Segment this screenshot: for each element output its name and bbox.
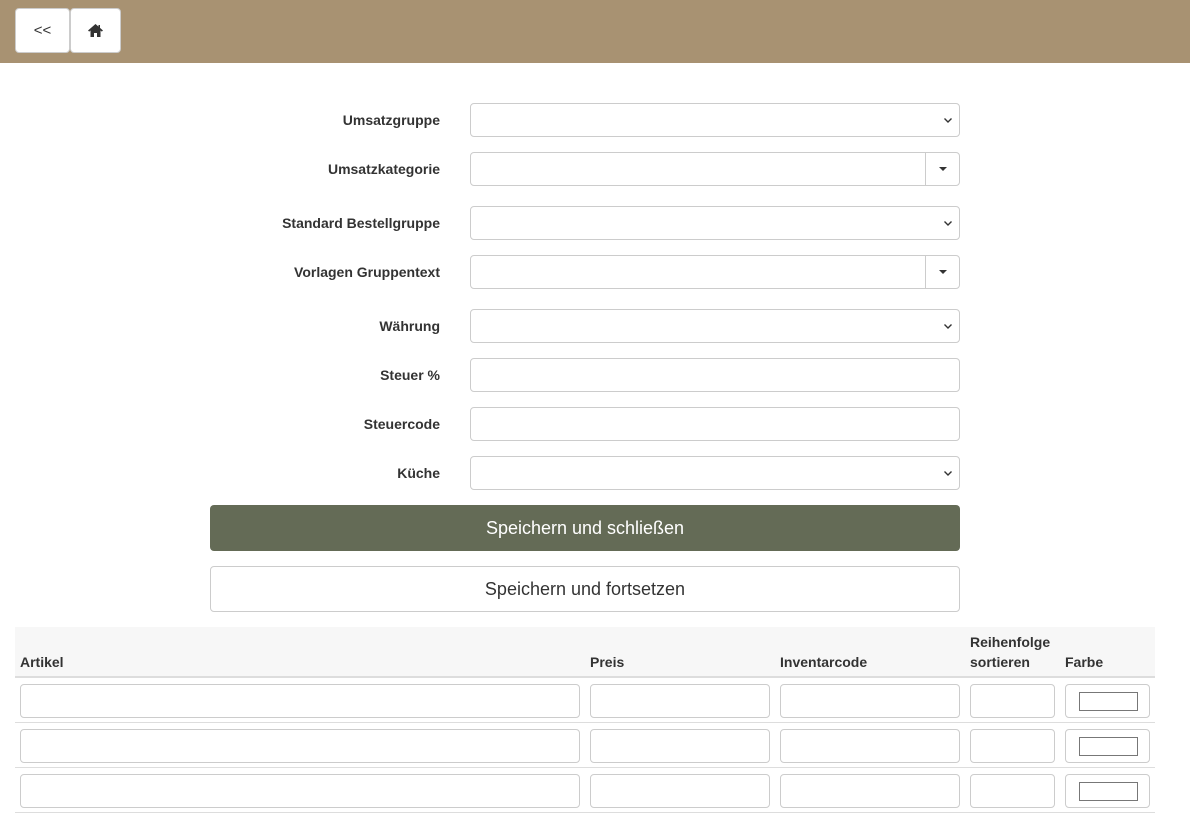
column-header-reihenfolge: Reihenfolge sortieren <box>970 632 1050 672</box>
artikel-input[interactable] <box>20 729 580 763</box>
color-swatch <box>1079 692 1138 711</box>
chevron-down-icon <box>944 471 952 476</box>
header-line: Reihenfolge <box>970 634 1051 650</box>
dropdown-toggle[interactable] <box>925 256 959 288</box>
form-row-umsatzgruppe: Umsatzgruppe <box>210 103 960 137</box>
form-row-kueche: Küche <box>210 456 960 490</box>
back-button[interactable]: << <box>15 8 70 53</box>
color-picker[interactable] <box>1065 774 1150 808</box>
artikel-input[interactable] <box>20 684 580 718</box>
column-header-inventarcode: Inventarcode <box>780 654 868 670</box>
color-swatch <box>1079 782 1138 801</box>
form-row-steuer: Steuer % <box>210 358 960 392</box>
caret-down-icon <box>938 167 947 171</box>
field-label: Umsatzkategorie <box>327 161 440 177</box>
sort-order-input[interactable] <box>970 684 1055 718</box>
field-label: Währung <box>379 318 440 334</box>
vorlagen-gruppentext-combo[interactable] <box>470 255 960 289</box>
field-label: Küche <box>397 465 440 481</box>
column-header-preis: Preis <box>590 654 625 670</box>
table-row <box>15 768 1155 813</box>
artikel-input[interactable] <box>20 774 580 808</box>
steuercode-input[interactable] <box>470 407 960 441</box>
field-label: Vorlagen Gruppentext <box>294 264 440 280</box>
color-swatch <box>1079 737 1138 756</box>
umsatzgruppe-select[interactable] <box>470 103 960 137</box>
umsatzkategorie-combo[interactable] <box>470 152 960 186</box>
color-picker[interactable] <box>1065 729 1150 763</box>
kueche-select[interactable] <box>470 456 960 490</box>
sort-order-input[interactable] <box>970 729 1055 763</box>
field-label: Standard Bestellgruppe <box>282 215 440 231</box>
field-label: Steuercode <box>363 416 440 432</box>
preis-input[interactable] <box>590 774 770 808</box>
preis-input[interactable] <box>590 684 770 718</box>
dropdown-toggle[interactable] <box>925 153 959 185</box>
table-row <box>15 723 1155 768</box>
preis-input[interactable] <box>590 729 770 763</box>
column-header-artikel: Artikel <box>20 654 64 670</box>
field-label: Umsatzgruppe <box>342 112 440 128</box>
inventarcode-input[interactable] <box>780 684 960 718</box>
chevron-down-icon <box>944 118 952 123</box>
waehrung-select[interactable] <box>470 309 960 343</box>
inventarcode-input[interactable] <box>780 729 960 763</box>
field-label: Steuer % <box>380 367 440 383</box>
form-row-waehrung: Währung <box>210 309 960 343</box>
chevron-down-icon <box>944 324 952 329</box>
inventarcode-input[interactable] <box>780 774 960 808</box>
save-and-continue-button[interactable]: Speichern und fortsetzen <box>210 566 960 612</box>
form-row-vorlagen-gruppentext: Vorlagen Gruppentext <box>210 255 960 289</box>
caret-down-icon <box>938 270 947 274</box>
table-header: Artikel Preis Inventarcode Reihenfolge s… <box>15 627 1155 678</box>
save-and-close-button[interactable]: Speichern und schließen <box>210 505 960 551</box>
column-header-farbe: Farbe <box>1065 654 1104 670</box>
home-button[interactable] <box>70 8 121 53</box>
top-bar: << <box>0 0 1190 63</box>
standard-bestellgruppe-select[interactable] <box>470 206 960 240</box>
header-line: sortieren <box>970 654 1030 670</box>
color-picker[interactable] <box>1065 684 1150 718</box>
home-icon <box>88 24 103 37</box>
chevron-down-icon <box>944 221 952 226</box>
table-row <box>15 678 1155 723</box>
sort-order-input[interactable] <box>970 774 1055 808</box>
steuer-input[interactable] <box>470 358 960 392</box>
form-row-steuercode: Steuercode <box>210 407 960 441</box>
form-row-umsatzkategorie: Umsatzkategorie <box>210 152 960 186</box>
form-row-standard-bestellgruppe: Standard Bestellgruppe <box>210 206 960 240</box>
